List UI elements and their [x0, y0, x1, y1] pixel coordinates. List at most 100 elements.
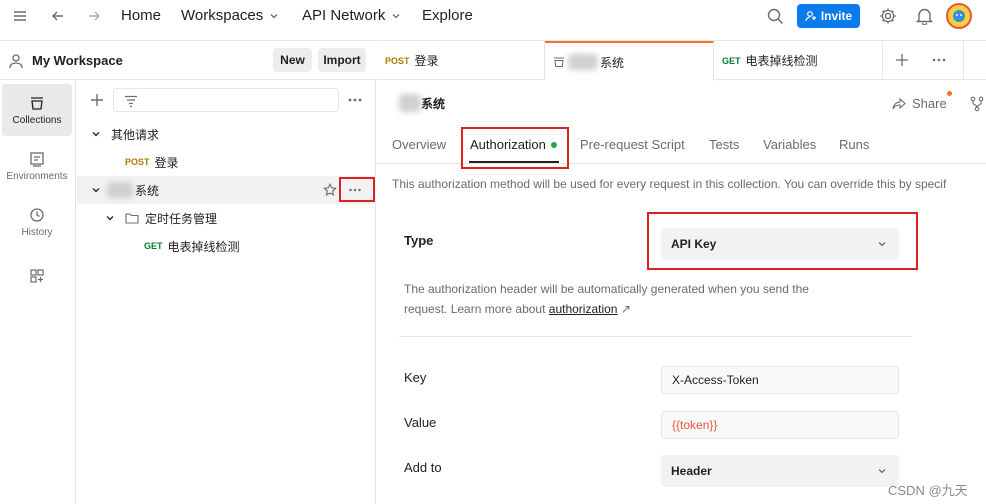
share-label: Share — [912, 96, 947, 111]
method-badge: POST — [125, 157, 150, 167]
chevron-down-icon — [392, 13, 400, 18]
watermark: CSDN @九天 — [888, 483, 968, 498]
invite-label: Invite — [820, 9, 853, 23]
add-widget-icon — [30, 269, 44, 283]
tab-overview[interactable]: Overview — [392, 137, 446, 152]
new-button[interactable]: New — [273, 48, 312, 72]
tree-folder-scheduled[interactable]: 定时任务管理 — [77, 204, 376, 232]
tab-label: 电表掉线检测 — [745, 54, 818, 68]
share-button[interactable]: Share — [892, 96, 947, 111]
avatar-face-icon — [953, 10, 965, 22]
auth-help-line: The authorization header will be automat… — [404, 282, 809, 296]
add-user-icon — [805, 11, 816, 22]
tab-tests[interactable]: Tests — [709, 137, 739, 152]
sidebar-item-history[interactable]: History — [2, 196, 72, 248]
user-icon — [8, 53, 24, 69]
more-options-icon[interactable] — [347, 92, 363, 108]
sidebar-item-label: Environments — [6, 170, 68, 182]
authorization-link[interactable]: authorization — [549, 302, 618, 316]
plus-icon[interactable] — [89, 92, 105, 108]
tab-runs[interactable]: Runs — [839, 137, 869, 152]
key-input[interactable]: X-Access-Token — [661, 366, 899, 394]
add-to-label: Add to — [404, 460, 442, 475]
notification-bell-icon[interactable] — [916, 7, 933, 25]
new-tab-plus-icon[interactable] — [895, 53, 909, 67]
share-icon — [892, 97, 906, 109]
import-button[interactable]: Import — [318, 48, 366, 72]
nav-api-network[interactable]: API Network — [302, 7, 401, 24]
nav-api-network-label: API Network — [302, 7, 386, 24]
add-to-value: Header — [671, 464, 712, 478]
auth-help-line: request. Learn more about authorization … — [404, 299, 809, 319]
tree-collection[interactable]: 系统 — [77, 176, 376, 204]
tab-login[interactable]: POST 登录 — [377, 41, 545, 80]
environments-icon — [30, 151, 44, 167]
divider — [399, 336, 912, 337]
nav-home[interactable]: Home — [121, 7, 161, 24]
nav-explore[interactable]: Explore — [422, 7, 473, 24]
redacted-text — [568, 54, 598, 70]
tab-label: 系统 — [600, 55, 625, 70]
collection-tree: 其他请求 POST 登录 系统 定时任务管理 GET 电表掉线检测 — [77, 80, 376, 504]
redacted-text — [107, 182, 133, 198]
fork-icon[interactable] — [970, 96, 984, 112]
tree-request-label: 登录 — [154, 155, 179, 170]
sidebar-item-collections[interactable]: Collections — [2, 84, 72, 136]
auth-help-text: The authorization header will be automat… — [404, 279, 809, 319]
chevron-down-icon — [878, 469, 886, 474]
key-label: Key — [404, 370, 427, 385]
chevron-down-icon — [270, 13, 278, 18]
value-label: Value — [404, 415, 437, 430]
method-badge: GET — [722, 55, 741, 66]
search-icon[interactable] — [767, 8, 784, 25]
tab-variables[interactable]: Variables — [763, 137, 816, 152]
collection-editor: 系统 Share Overview Authorization Pre-requ… — [377, 80, 986, 504]
add-to-select[interactable]: Header — [661, 455, 899, 487]
tree-request-login[interactable]: POST 登录 — [77, 148, 376, 176]
external-link-icon: ↗ — [620, 302, 631, 316]
invite-button[interactable]: Invite — [797, 4, 860, 28]
collections-icon — [31, 96, 43, 110]
sidebar-item-environments[interactable]: Environments — [2, 140, 72, 192]
filter-icon[interactable] — [124, 94, 138, 108]
collection-title: 系统 — [421, 96, 446, 111]
tab-collection[interactable]: 系统 — [545, 41, 714, 81]
history-icon — [30, 207, 44, 222]
sidebar-rail: Collections Environments History — [0, 80, 76, 504]
key-value: X-Access-Token — [672, 373, 759, 387]
tab-meter-offline[interactable]: GET 电表掉线检测 — [714, 41, 883, 80]
settings-gear-icon[interactable] — [879, 7, 897, 25]
value-input[interactable]: {{token}} — [661, 411, 899, 439]
tab-pre-request-script[interactable]: Pre-request Script — [580, 137, 685, 152]
top-bar: Home Workspaces API Network Explore Invi… — [0, 0, 986, 32]
tab-label: 登录 — [414, 54, 439, 68]
collection-icon — [554, 57, 564, 67]
menu-icon[interactable] — [12, 8, 28, 24]
annotation-box — [461, 127, 569, 169]
tree-folder-label: 定时任务管理 — [145, 211, 218, 226]
type-label: Type — [404, 233, 434, 248]
forward-arrow-icon[interactable] — [86, 8, 102, 24]
workspace-header: My Workspace New Import — [0, 40, 376, 80]
tree-collection-label: 系统 — [135, 183, 160, 198]
request-tabs: POST 登录 系统 GET 电表掉线检测 — [377, 40, 986, 81]
method-badge: GET — [144, 241, 163, 251]
value-value: {{token}} — [672, 418, 718, 432]
avatar[interactable] — [946, 3, 972, 29]
chevron-down-icon — [106, 216, 114, 221]
tree-folder-other[interactable]: 其他请求 — [77, 120, 376, 148]
nav-workspaces[interactable]: Workspaces — [181, 7, 279, 24]
notification-dot — [947, 91, 952, 96]
tree-request-meter-offline[interactable]: GET 电表掉线检测 — [77, 232, 376, 260]
tab-more-icon[interactable] — [931, 53, 947, 67]
back-arrow-icon[interactable] — [50, 8, 66, 24]
auth-help-prefix: request. Learn more about — [404, 302, 549, 316]
sidebar-item-label: History — [21, 226, 53, 238]
sidebar-item-configure[interactable] — [2, 256, 72, 296]
star-icon[interactable] — [323, 183, 337, 197]
annotation-box — [647, 212, 918, 270]
nav-workspaces-label: Workspaces — [181, 7, 264, 24]
redacted-text — [399, 94, 421, 112]
folder-icon — [125, 213, 139, 224]
search-input[interactable] — [113, 88, 339, 112]
